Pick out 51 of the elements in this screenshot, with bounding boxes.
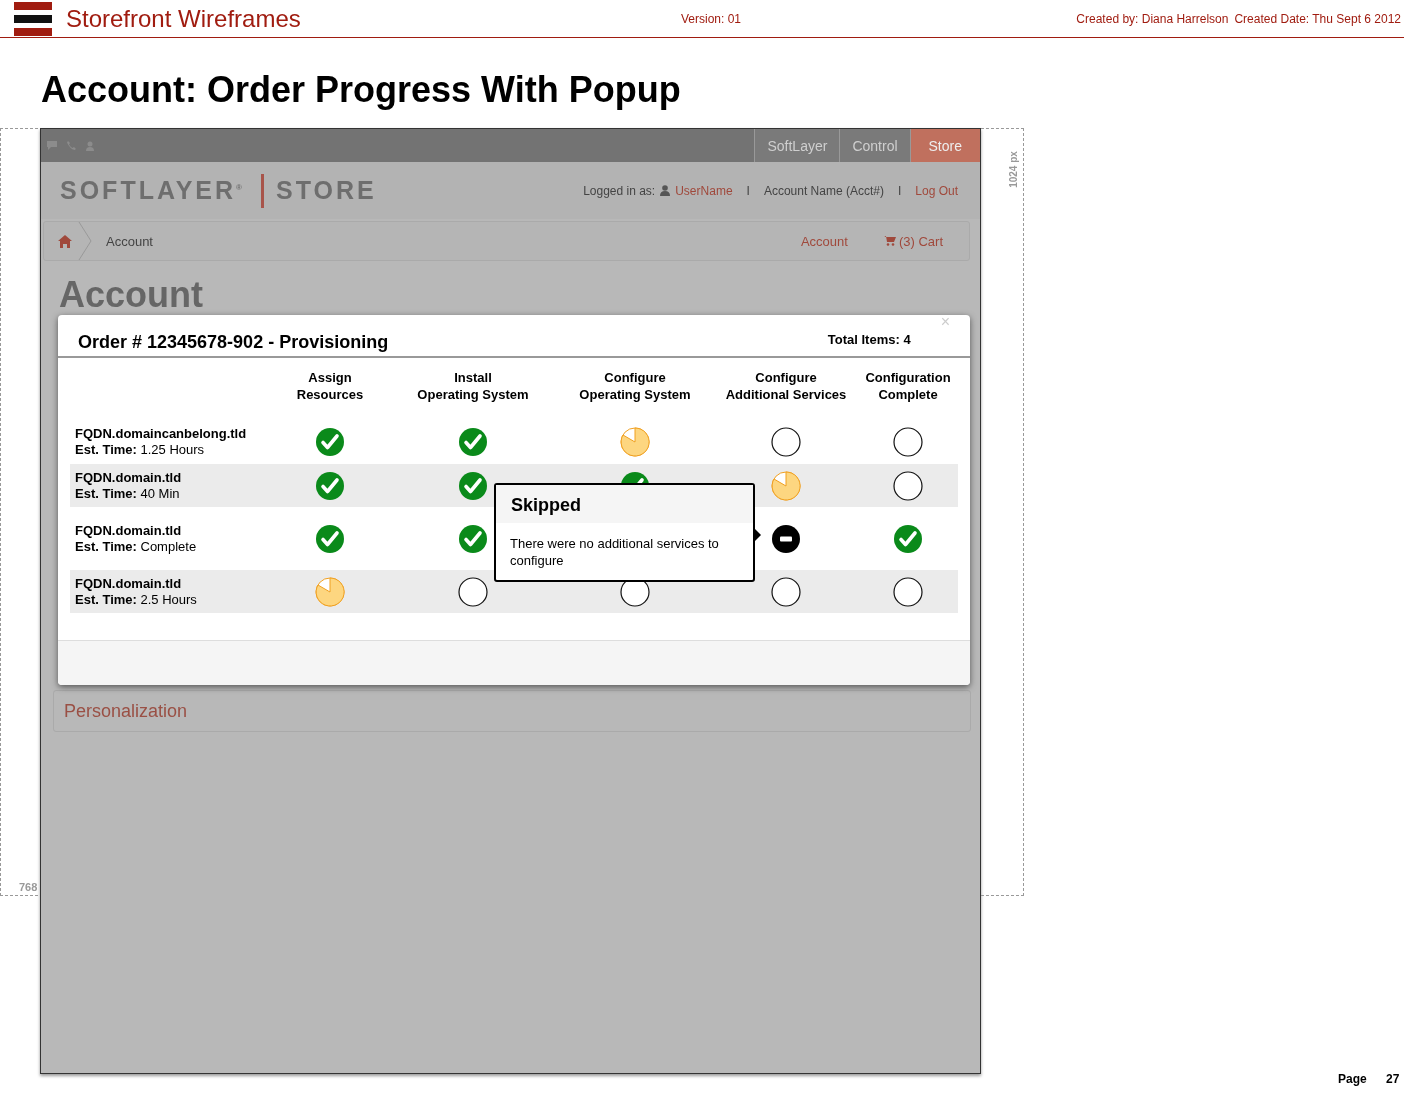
chat-icon [47,141,57,150]
nav-tab[interactable]: Store [909,129,980,162]
section-title: Account [59,273,204,317]
version-label: Version: 01 [681,11,743,26]
created-date: Created Date: Thu Sept 6 2012 [1234,11,1401,26]
estimated-time: Est. Time: 1.25 Hours [75,441,206,458]
personalization-panel[interactable]: Personalization [53,690,971,732]
estimated-time: Est. Time: 2.5 Hours [75,591,198,608]
username-link[interactable]: UserName [675,183,733,198]
column-header: Configure Additional Services [724,369,848,404]
logo-divider [261,173,264,208]
column-header: Install Operating System [416,369,530,404]
host-name: FQDN.domaincanbelong.tld [75,425,248,442]
popup-title: Skipped [496,485,753,523]
logout-link[interactable]: Log Out [915,183,958,198]
estimated-time: Est. Time: 40 Min [75,485,181,502]
document-title: Storefront Wireframes [66,4,302,33]
width-label: 1024 px [1007,151,1019,188]
phone-icon [67,141,76,150]
host-name: FQDN.domain.tld [75,522,183,539]
page-label: Page [1338,1072,1367,1086]
dialog-title: Order # 12345678-902 - Provisioning [78,332,389,353]
logo: SOFTLAYER$^{®}$ [60,176,245,205]
store-logo: STORE [276,176,377,205]
nav-tab[interactable]: SoftLayer [754,129,840,162]
cart-icon[interactable] [883,236,896,246]
column-header: Assign Resources [295,369,365,404]
host-name: FQDN.domain.tld [75,469,183,486]
nav-tab[interactable]: Control [839,129,910,162]
cart-link[interactable]: (3) Cart [898,233,943,249]
author-label: Created by: Diana Harrelson [1076,11,1229,26]
separator: I [746,183,750,198]
user-icon [86,140,97,151]
account-link[interactable]: Account [800,233,848,249]
estimated-time: Est. Time: Complete [75,538,198,555]
breadcrumb-current: Account [106,233,153,249]
breadcrumb-separator-icon [78,222,92,260]
home-icon[interactable] [58,234,72,248]
height-label: 768 [19,881,38,893]
host-name: FQDN.domain.tld [75,575,183,592]
total-items: Total Items: 4 [827,332,911,347]
logged-in-label: Logged in as: [583,183,656,198]
user-icon [660,185,671,196]
popup-message: There were no additional services to configure [509,535,720,569]
page-number: 27 [1386,1072,1400,1086]
account-name: Account Name (Acct#) [763,183,884,198]
close-button[interactable]: × [940,313,950,331]
column-header: Configuration Complete [864,369,952,404]
separator: I [897,183,902,198]
column-header: Configure Operating System [578,369,692,404]
page-title: Account: Order Progress With Popup [41,68,682,112]
